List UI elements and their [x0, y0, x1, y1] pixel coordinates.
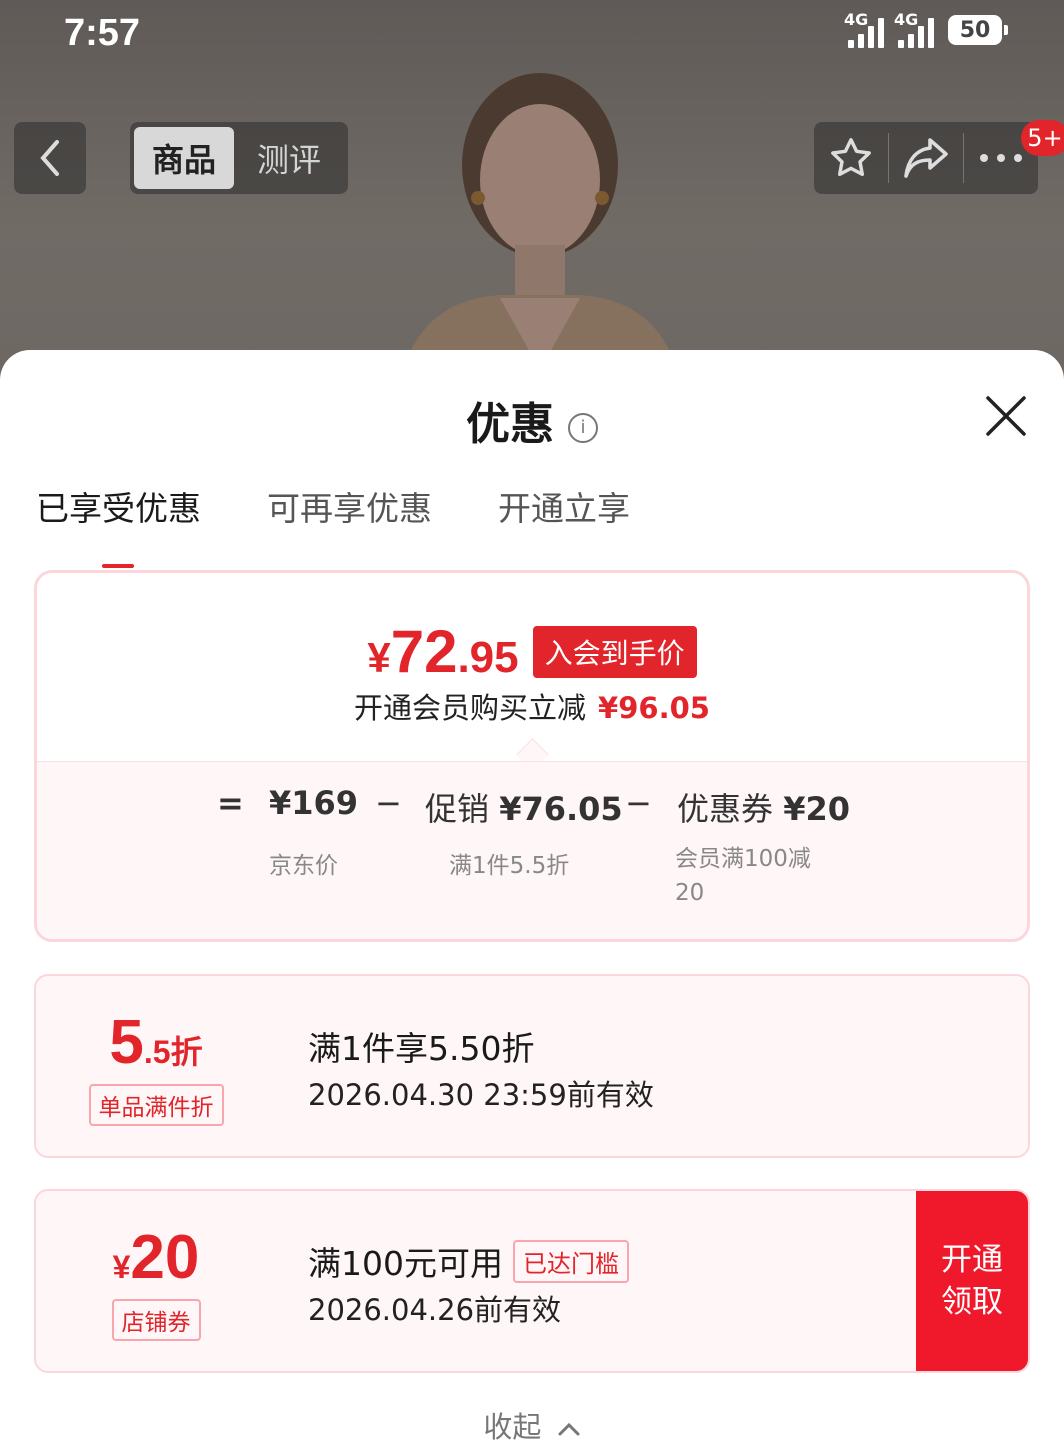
tab-membership-discounts[interactable]: 开通立享	[498, 482, 630, 530]
network-type-label: 4G	[894, 10, 919, 29]
sheet-title: 优惠	[466, 399, 554, 450]
member-price-tag: 入会到手价	[532, 625, 697, 678]
coupon-type: 店铺券	[111, 1298, 201, 1341]
jd-price-label: 京东价	[269, 853, 338, 879]
favorite-button[interactable]	[814, 122, 888, 194]
coupon-label: 会员满100减 20	[675, 846, 811, 906]
collapse-button[interactable]: 收起	[0, 1404, 1064, 1446]
tab-product[interactable]: 商品	[134, 127, 234, 189]
collapse-label: 收起	[483, 1410, 542, 1444]
coupon-currency: ¥	[112, 1248, 131, 1285]
coupon-card: 5.5折 单品满件折 满1件享5.50折 2026.04.30 23:59前有效	[34, 974, 1030, 1158]
final-price-row: ¥72.95 入会到手价	[37, 617, 1027, 686]
coupon-card: ¥20 店铺券 满100元可用 已达门槛 2026.04.26前有效 开通 领取	[34, 1189, 1030, 1373]
coupon-type: 单品满件折	[88, 1083, 224, 1126]
tab-more-discounts[interactable]: 可再享优惠	[267, 482, 432, 530]
share-icon	[904, 138, 948, 178]
status-icons: 4G 4G 50	[844, 10, 1008, 48]
coupon-discount-sub: .5折	[143, 1033, 203, 1070]
savings-amount: ¥96.05	[598, 691, 710, 725]
savings-text: 开通会员购买立减	[354, 691, 587, 725]
final-price: ¥72.95	[367, 618, 519, 685]
close-icon[interactable]	[984, 394, 1028, 438]
coupon-amount-main: 20	[130, 1222, 200, 1292]
battery-icon: 50	[948, 15, 1008, 45]
threshold-reached-badge: 已达门槛	[513, 1239, 629, 1283]
discount-sheet: 优惠 i 已享受优惠 可再享优惠 开通立享 ¥72.95 入会到手价 开通会员购买…	[0, 350, 1064, 1453]
coupon-value: ¥20 店铺券	[36, 1191, 276, 1371]
info-icon[interactable]: i	[568, 413, 598, 443]
back-button[interactable]	[14, 122, 86, 194]
discount-tabs: 已享受优惠 可再享优惠 开通立享	[36, 482, 630, 568]
equals-sign: =	[217, 784, 244, 822]
network-type-label: 4G	[844, 10, 869, 29]
coupon-expiry: 2026.04.26前有效	[308, 1293, 562, 1327]
top-actions	[814, 122, 1038, 194]
share-button[interactable]	[889, 122, 963, 194]
chevron-up-icon	[558, 1422, 580, 1436]
jd-price: ¥169	[269, 784, 359, 822]
star-icon	[831, 138, 871, 177]
more-dots-icon	[980, 154, 1022, 162]
product-review-switch: 商品 测评	[130, 122, 348, 194]
price-breakdown: = ¥169 − 促销 ¥76.05 − 优惠券 ¥20 京东价 满1件5.5折…	[37, 761, 1027, 939]
minus-sign: −	[625, 784, 652, 822]
sheet-title-row: 优惠 i	[0, 388, 1064, 452]
coupon-expiry: 2026.04.30 23:59前有效	[308, 1078, 654, 1112]
minus-sign: −	[375, 784, 402, 822]
savings-row: 开通会员购买立减 ¥96.05	[37, 685, 1027, 727]
coupon-amount: 优惠券 ¥20	[677, 790, 850, 828]
coupon-title: 满1件享5.50折	[308, 1029, 535, 1068]
product-photo	[400, 73, 680, 380]
message-count-badge: 5+	[1021, 120, 1064, 156]
coupon-discount-main: 5	[109, 1007, 144, 1077]
status-time: 7:57	[64, 12, 141, 54]
claim-label-line1: 开通	[941, 1242, 1003, 1278]
coupon-title: 满100元可用 已达门槛	[308, 1237, 629, 1285]
open-and-claim-button[interactable]: 开通 领取	[916, 1191, 1028, 1371]
promo-label: 满1件5.5折	[449, 853, 570, 879]
signal-icon: 4G	[844, 10, 884, 48]
signal-icon: 4G	[894, 10, 934, 48]
promo-amount: 促销 ¥76.05	[425, 790, 623, 828]
price-summary-card: ¥72.95 入会到手价 开通会员购买立减 ¥96.05 = ¥169 − 促销 …	[34, 570, 1030, 942]
tab-review[interactable]: 测评	[234, 135, 344, 181]
coupon-value: 5.5折 单品满件折	[36, 976, 276, 1156]
tab-enjoyed-discounts[interactable]: 已享受优惠	[36, 482, 201, 568]
chevron-left-icon	[40, 140, 59, 176]
claim-label-line2: 领取	[941, 1284, 1003, 1320]
